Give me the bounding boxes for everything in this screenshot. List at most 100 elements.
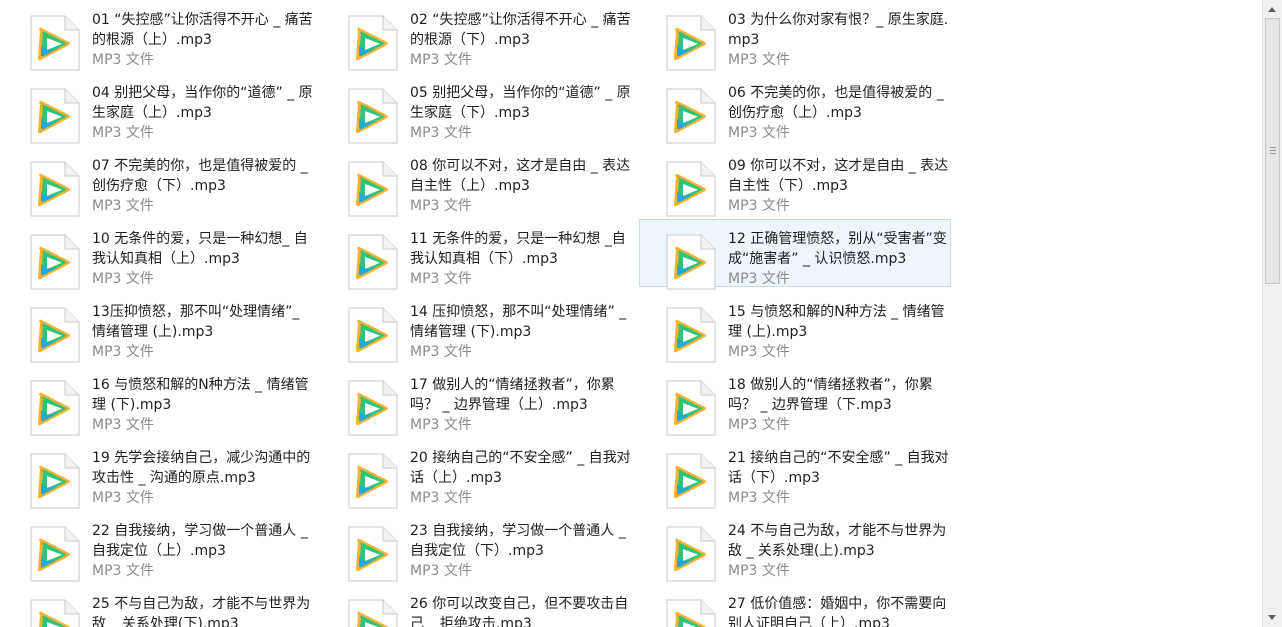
file-item[interactable]: 16 与愤怒和解的N种方法 _ 情绪管理 (下).mp3 MP3 文件 (3, 365, 315, 436)
media-player-play-icon (30, 161, 80, 217)
media-player-play-icon (348, 161, 398, 217)
media-player-play-icon (348, 307, 398, 363)
file-item[interactable]: 21 接纳自己的“不安全感” _ 自我对话（下）.mp3 MP3 文件 (639, 438, 951, 509)
file-type: MP3 文件 (410, 417, 472, 433)
file-item[interactable]: 09 你可以不对，这才是自由 _ 表达自主性（下）.mp3 MP3 文件 (639, 146, 951, 217)
file-name: 08 你可以不对，这才是自由 _ 表达自主性（上）.mp3 (410, 158, 631, 194)
file-name: 13压抑愤怒，那不叫“处理情绪”_ 情绪管理 (上).mp3 (92, 304, 300, 340)
media-player-play-icon (348, 234, 398, 290)
file-item[interactable]: 05 别把父母，当作你的“道德” _ 原生家庭（下）.mp3 MP3 文件 (321, 73, 633, 144)
thumb-grip-line (1270, 147, 1276, 148)
media-player-play-icon (348, 380, 398, 436)
file-name: 06 不完美的你，也是值得被爱的 _ 创伤疗愈（上）.mp3 (728, 85, 944, 121)
file-type: MP3 文件 (410, 125, 472, 141)
file-name: 24 不与自己为敌，才能不与世界为敌 _ 关系处理(上).mp3 (728, 523, 947, 559)
file-item[interactable]: 23 自我接纳，学习做一个普通人 _ 自我定位（下）.mp3 MP3 文件 (321, 511, 633, 582)
file-item[interactable]: 03 为什么你对家有恨？_ 原生家庭.mp3 MP3 文件 (639, 0, 951, 71)
media-player-play-icon (30, 526, 80, 582)
file-item[interactable]: 15 与愤怒和解的N种方法 _ 情绪管理 (上).mp3 MP3 文件 (639, 292, 951, 363)
file-name: 14 压抑愤怒，那不叫“处理情绪” _ 情绪管理 (下).mp3 (410, 304, 627, 340)
file-name: 07 不完美的你，也是值得被爱的 _ 创伤疗愈（下）.mp3 (92, 158, 308, 194)
file-type: MP3 文件 (410, 198, 472, 214)
media-player-play-icon (666, 15, 716, 71)
file-name: 01 “失控感”让你活得不开心 _ 痛苦的根源（上）.mp3 (92, 12, 313, 48)
media-player-play-icon (30, 234, 80, 290)
scroll-up-arrow-icon[interactable] (1268, 7, 1276, 12)
file-name: 03 为什么你对家有恨？_ 原生家庭.mp3 (728, 12, 949, 48)
file-item[interactable]: 01 “失控感”让你活得不开心 _ 痛苦的根源（上）.mp3 MP3 文件 (3, 0, 315, 71)
file-type: MP3 文件 (410, 52, 472, 68)
scrollbar-thumb[interactable] (1265, 18, 1280, 284)
file-name: 12 正确管理愤怒，别从“受害者”变成“施害者” _ 认识愤怒.mp3 (728, 231, 947, 267)
media-player-play-icon (348, 88, 398, 144)
file-item[interactable]: 12 正确管理愤怒，别从“受害者”变成“施害者” _ 认识愤怒.mp3 MP3 文… (639, 219, 951, 290)
file-type: MP3 文件 (92, 563, 154, 579)
file-item[interactable]: 04 别把父母，当作你的“道德” _ 原生家庭（上）.mp3 MP3 文件 (3, 73, 315, 144)
file-name: 27 低价值感：婚姻中，你不需要向别人证明自己（上）.mp3 (728, 596, 947, 627)
file-item[interactable]: 13压抑愤怒，那不叫“处理情绪”_ 情绪管理 (上).mp3 MP3 文件 (3, 292, 315, 363)
file-type: MP3 文件 (92, 490, 154, 506)
file-item[interactable]: 18 做别人的“情绪拯救者”，你累吗？ _ 边界管理（下.mp3 MP3 文件 (639, 365, 951, 436)
scroll-down-arrow-icon[interactable] (1268, 615, 1276, 620)
file-name: 21 接纳自己的“不安全感” _ 自我对话（下）.mp3 (728, 450, 949, 486)
file-name: 16 与愤怒和解的N种方法 _ 情绪管理 (下).mp3 (92, 377, 309, 413)
media-player-play-icon (666, 88, 716, 144)
thumb-grip-line (1270, 153, 1276, 154)
media-player-play-icon (666, 453, 716, 509)
file-name: 17 做别人的“情绪拯救者”，你累吗？ _ 边界管理（上）.mp3 (410, 377, 615, 413)
media-player-play-icon (666, 526, 716, 582)
file-name: 26 你可以改变自己，但不要攻击自己 _ 拒绝攻击.mp3 (410, 596, 629, 627)
file-item[interactable]: 26 你可以改变自己，但不要攻击自己 _ 拒绝攻击.mp3MP3 文件 (321, 584, 633, 627)
file-item[interactable]: 22 自我接纳，学习做一个普通人 _ 自我定位（上）.mp3 MP3 文件 (3, 511, 315, 582)
media-player-play-icon (348, 453, 398, 509)
file-type: MP3 文件 (92, 198, 154, 214)
file-item[interactable]: 14 压抑愤怒，那不叫“处理情绪” _ 情绪管理 (下).mp3 MP3 文件 (321, 292, 633, 363)
media-player-play-icon (348, 599, 398, 627)
file-name: 15 与愤怒和解的N种方法 _ 情绪管理 (上).mp3 (728, 304, 945, 340)
file-name: 23 自我接纳，学习做一个普通人 _ 自我定位（下）.mp3 (410, 523, 626, 559)
file-item[interactable]: 11 无条件的爱，只是一种幻想 _自我认知真相（下）.mp3 MP3 文件 (321, 219, 633, 290)
file-type: MP3 文件 (728, 417, 790, 433)
media-player-play-icon (348, 526, 398, 582)
file-type: MP3 文件 (410, 344, 472, 360)
file-name: 04 别把父母，当作你的“道德” _ 原生家庭（上）.mp3 (92, 85, 313, 121)
file-item[interactable]: 19 先学会接纳自己，减少沟通中的攻击性 _ 沟通的原点.mp3 MP3 文件 (3, 438, 315, 509)
media-player-play-icon (30, 380, 80, 436)
file-item[interactable]: 06 不完美的你，也是值得被爱的 _ 创伤疗愈（上）.mp3 MP3 文件 (639, 73, 951, 144)
file-type: MP3 文件 (410, 490, 472, 506)
file-item[interactable]: 27 低价值感：婚姻中，你不需要向别人证明自己（上）.mp3MP3 文件 (639, 584, 951, 627)
file-type: MP3 文件 (92, 125, 154, 141)
file-type: MP3 文件 (92, 271, 154, 287)
file-item[interactable]: 17 做别人的“情绪拯救者”，你累吗？ _ 边界管理（上）.mp3 MP3 文件 (321, 365, 633, 436)
file-type: MP3 文件 (728, 563, 790, 579)
file-name: 05 别把父母，当作你的“道德” _ 原生家庭（下）.mp3 (410, 85, 631, 121)
media-player-play-icon (30, 599, 80, 627)
file-type: MP3 文件 (92, 344, 154, 360)
file-item[interactable]: 08 你可以不对，这才是自由 _ 表达自主性（上）.mp3 MP3 文件 (321, 146, 633, 217)
thumb-grip-line (1270, 150, 1276, 151)
media-player-play-icon (30, 307, 80, 363)
file-list: 01 “失控感”让你活得不开心 _ 痛苦的根源（上）.mp3 MP3 文件 02 … (0, 0, 1262, 627)
file-name: 19 先学会接纳自己，减少沟通中的攻击性 _ 沟通的原点.mp3 (92, 450, 311, 486)
file-name: 11 无条件的爱，只是一种幻想 _自我认知真相（下）.mp3 (410, 231, 626, 267)
media-player-play-icon (30, 453, 80, 509)
file-name: 22 自我接纳，学习做一个普通人 _ 自我定位（上）.mp3 (92, 523, 308, 559)
file-name: 18 做别人的“情绪拯救者”，你累吗？ _ 边界管理（下.mp3 (728, 377, 933, 413)
media-player-play-icon (30, 15, 80, 71)
file-item[interactable]: 07 不完美的你，也是值得被爱的 _ 创伤疗愈（下）.mp3 MP3 文件 (3, 146, 315, 217)
file-type: MP3 文件 (92, 417, 154, 433)
file-item[interactable]: 24 不与自己为敌，才能不与世界为敌 _ 关系处理(上).mp3 MP3 文件 (639, 511, 951, 582)
file-type: MP3 文件 (92, 52, 154, 68)
vertical-scrollbar[interactable] (1262, 0, 1282, 627)
file-type: MP3 文件 (728, 125, 790, 141)
file-item[interactable]: 25 不与自己为敌，才能不与世界为敌 _ 关系处理(下).mp3MP3 文件 (3, 584, 315, 627)
file-item[interactable]: 10 无条件的爱，只是一种幻想_ 自我认知真相（上）.mp3 MP3 文件 (3, 219, 315, 290)
file-item[interactable]: 02 “失控感”让你活得不开心 _ 痛苦的根源（下）.mp3 MP3 文件 (321, 0, 633, 71)
file-name: 02 “失控感”让你活得不开心 _ 痛苦的根源（下）.mp3 (410, 12, 631, 48)
file-item[interactable]: 20 接纳自己的“不安全感” _ 自我对话（上）.mp3 MP3 文件 (321, 438, 633, 509)
file-type: MP3 文件 (728, 490, 790, 506)
file-type: MP3 文件 (728, 52, 790, 68)
media-player-play-icon (30, 88, 80, 144)
media-player-play-icon (666, 380, 716, 436)
file-type: MP3 文件 (728, 271, 790, 287)
